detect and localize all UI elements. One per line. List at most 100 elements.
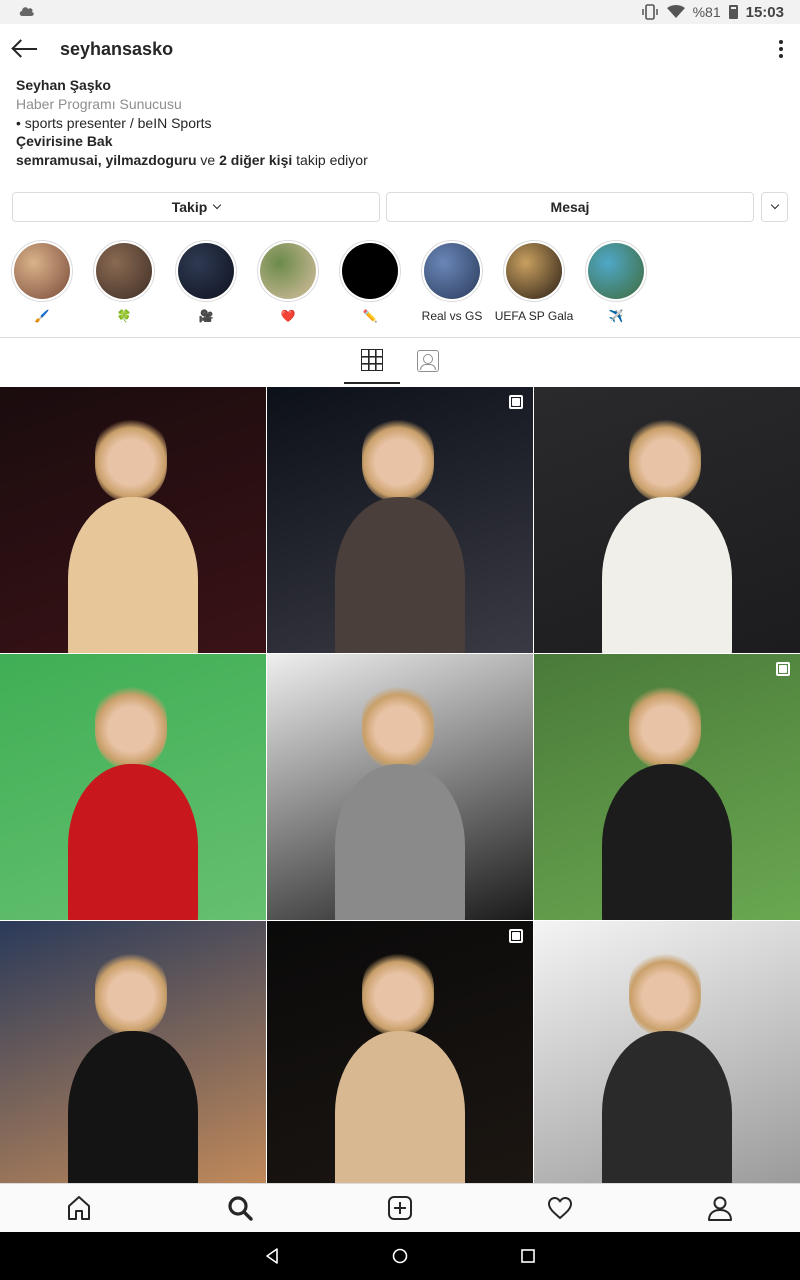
post-thumbnail[interactable] bbox=[534, 654, 800, 920]
nav-activity[interactable] bbox=[545, 1194, 575, 1222]
story-highlight[interactable]: Real vs GS bbox=[412, 240, 492, 324]
nav-home[interactable] bbox=[64, 1194, 94, 1222]
photo-subject bbox=[95, 415, 167, 501]
battery-icon bbox=[728, 5, 738, 19]
system-nav-bar bbox=[0, 1232, 800, 1280]
tab-posts-grid[interactable] bbox=[344, 338, 400, 384]
photo-subject-body bbox=[335, 1031, 465, 1187]
battery-percent: %81 bbox=[692, 4, 721, 20]
highlight-ring bbox=[11, 240, 73, 302]
profile-bio: Seyhan Şaşko Haber Programı Sunucusu • s… bbox=[16, 76, 776, 170]
highlight-cover bbox=[342, 243, 398, 299]
story-highlight[interactable]: ✈️ bbox=[576, 240, 656, 324]
profile-header: seyhansasko bbox=[0, 24, 800, 74]
story-highlights: 🖌️ 🍀 🎥 ❤️ ✏️ Real vs GS UEFA SP Gala ✈️ bbox=[0, 240, 800, 330]
story-highlight[interactable]: UEFA SP Gala bbox=[494, 240, 574, 324]
status-right: %81 15:03 bbox=[641, 4, 784, 21]
story-highlight[interactable]: 🖌️ bbox=[2, 240, 82, 324]
follower-link[interactable]: yilmazdoguru bbox=[106, 152, 197, 168]
highlight-ring bbox=[257, 240, 319, 302]
message-button-label: Mesaj bbox=[550, 199, 590, 215]
highlight-cover bbox=[424, 243, 480, 299]
system-home-icon[interactable] bbox=[388, 1244, 412, 1268]
highlight-ring bbox=[585, 240, 647, 302]
highlight-ring bbox=[93, 240, 155, 302]
more-options-icon[interactable] bbox=[778, 40, 784, 58]
chevron-down-icon bbox=[770, 200, 779, 210]
follower-link[interactable]: semramusai bbox=[16, 152, 98, 168]
photo-subject bbox=[362, 415, 434, 501]
post-thumbnail[interactable] bbox=[534, 387, 800, 653]
follow-button-label: Takip bbox=[171, 199, 208, 215]
profile-username: seyhansasko bbox=[60, 38, 174, 59]
highlight-cover bbox=[96, 243, 152, 299]
story-highlight[interactable]: 🎥 bbox=[166, 240, 246, 324]
chevron-down-icon bbox=[213, 200, 222, 210]
profile-category: Haber Programı Sunucusu bbox=[16, 95, 182, 112]
system-recents-icon[interactable] bbox=[516, 1244, 540, 1268]
suggested-accounts-button[interactable] bbox=[761, 192, 788, 222]
post-thumbnail[interactable] bbox=[267, 921, 533, 1187]
highlight-cover bbox=[14, 243, 70, 299]
system-back-icon[interactable] bbox=[260, 1244, 284, 1268]
wifi-icon bbox=[666, 5, 685, 18]
back-arrow-icon[interactable] bbox=[12, 37, 40, 61]
followed-by-connector: ve bbox=[196, 152, 220, 169]
nav-profile[interactable] bbox=[705, 1194, 735, 1222]
story-highlight[interactable]: ❤️ bbox=[248, 240, 328, 324]
photo-subject-body bbox=[68, 764, 198, 920]
highlight-label: ✏️ bbox=[362, 309, 378, 323]
nav-new-post[interactable] bbox=[385, 1194, 415, 1222]
highlight-label: 🖌️ bbox=[34, 309, 50, 323]
highlight-ring bbox=[503, 240, 565, 302]
story-highlight[interactable]: ✏️ bbox=[330, 240, 410, 324]
highlight-ring bbox=[339, 240, 401, 302]
notification-icon bbox=[19, 7, 34, 16]
highlight-cover bbox=[260, 243, 316, 299]
followed-by-text[interactable]: semramusai, yilmazdoguru ve 2 diğer kişi… bbox=[16, 151, 776, 170]
profile-icon bbox=[708, 1196, 732, 1221]
photo-subject-body bbox=[68, 497, 198, 653]
post-thumbnail[interactable] bbox=[267, 654, 533, 920]
highlight-ring bbox=[421, 240, 483, 302]
highlight-label: ❤️ bbox=[280, 309, 296, 323]
message-button[interactable]: Mesaj bbox=[386, 192, 754, 222]
profile-name: Seyhan Şaşko bbox=[16, 77, 111, 93]
followed-by-others-link[interactable]: 2 diğer kişi bbox=[219, 152, 292, 168]
status-bar: %81 15:03 bbox=[0, 0, 800, 24]
home-icon bbox=[68, 1196, 90, 1220]
photo-subject-body bbox=[602, 497, 732, 653]
highlight-cover bbox=[588, 243, 644, 299]
search-icon bbox=[228, 1196, 253, 1221]
heart-icon bbox=[548, 1197, 572, 1219]
highlight-cover bbox=[506, 243, 562, 299]
grid-icon bbox=[361, 349, 383, 371]
photo-subject bbox=[95, 949, 167, 1035]
post-thumbnail[interactable] bbox=[534, 921, 800, 1187]
post-thumbnail[interactable] bbox=[0, 387, 266, 653]
highlight-label: 🍀 bbox=[116, 309, 132, 323]
photo-subject-body bbox=[335, 497, 465, 653]
see-translation-link[interactable]: Çevirisine Bak bbox=[16, 132, 776, 151]
posts-grid bbox=[0, 387, 800, 1187]
post-thumbnail[interactable] bbox=[0, 921, 266, 1187]
profile-description: • sports presenter / beIN Sports bbox=[16, 114, 212, 131]
photo-subject bbox=[629, 949, 701, 1035]
story-highlight[interactable]: 🍀 bbox=[84, 240, 164, 324]
nav-search[interactable] bbox=[225, 1194, 255, 1222]
highlight-ring bbox=[175, 240, 237, 302]
highlight-label: 🎥 bbox=[198, 309, 214, 323]
highlight-label: UEFA SP Gala bbox=[494, 309, 574, 323]
multiple-photos-icon bbox=[509, 395, 523, 409]
highlight-label: ✈️ bbox=[608, 309, 624, 323]
follow-button[interactable]: Takip bbox=[12, 192, 380, 222]
photo-subject-body bbox=[68, 1031, 198, 1187]
follower-sep: , bbox=[97, 152, 106, 169]
photo-subject-body bbox=[335, 764, 465, 920]
photo-subject bbox=[95, 682, 167, 768]
post-thumbnail[interactable] bbox=[267, 387, 533, 653]
photo-subject bbox=[629, 415, 701, 501]
tab-tagged[interactable] bbox=[400, 338, 456, 384]
post-thumbnail[interactable] bbox=[0, 654, 266, 920]
vibrate-icon bbox=[641, 4, 658, 20]
